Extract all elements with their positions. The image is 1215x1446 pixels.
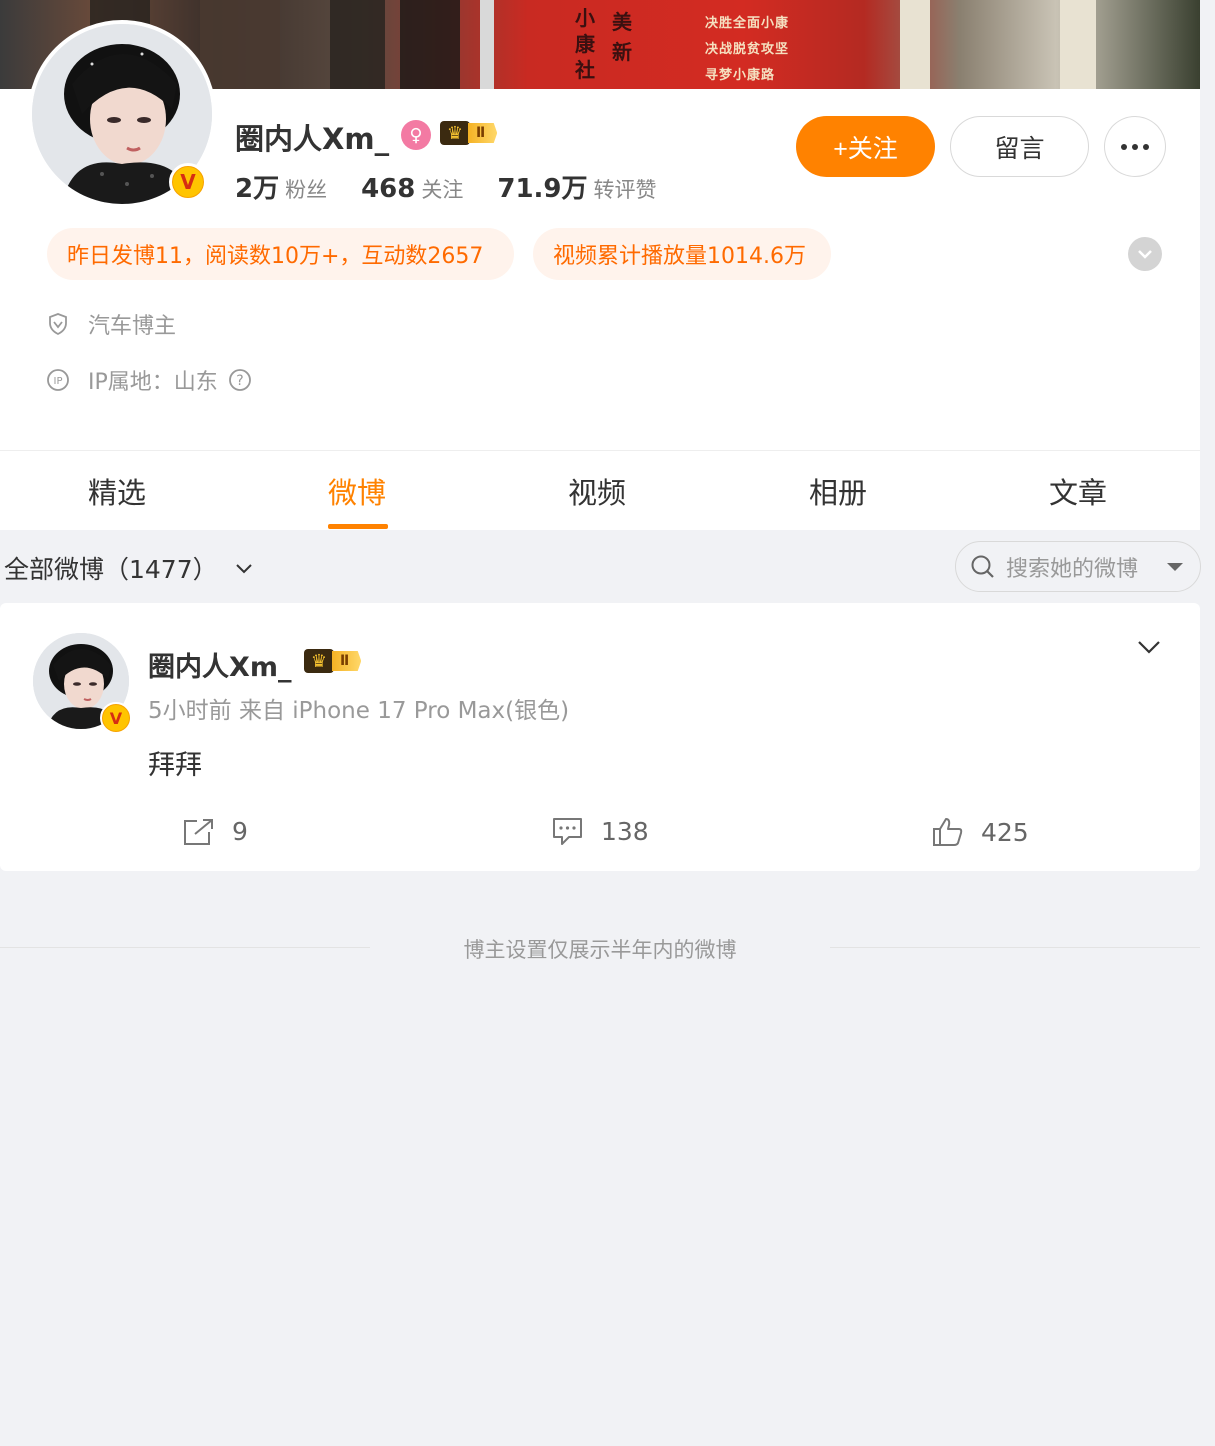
ip-icon: IP <box>47 369 69 391</box>
member-crown-icon[interactable]: ♛ Ⅱ <box>440 121 498 145</box>
female-icon: ♀ <box>401 120 431 150</box>
search-icon <box>971 555 994 578</box>
banner-column <box>1060 0 1096 89</box>
fans-count[interactable]: 2万 <box>235 168 279 205</box>
comment-count: 138 <box>601 817 649 846</box>
expand-info-button[interactable] <box>1128 237 1162 271</box>
banner-window <box>330 0 385 89</box>
category-row: 汽车博主 <box>46 308 176 340</box>
footer-note: 博主设置仅展示半年内的微博 <box>463 938 737 962</box>
banner-glyph: 新 <box>612 40 632 64</box>
fans-label: 粉丝 <box>285 178 328 202</box>
crown-icon: ♛ <box>304 649 334 673</box>
banner-pole <box>480 0 494 89</box>
post-meta: 5小时前 来自 iPhone 17 Pro Max(银色) <box>148 698 570 724</box>
following-label: 关注 <box>421 178 464 202</box>
tab-featured[interactable]: 精选 <box>88 470 146 512</box>
crown-icon: ♛ <box>440 121 470 145</box>
banner-sign-line: 决战脱贫攻坚 <box>705 42 790 57</box>
tab-articles[interactable]: 文章 <box>1049 470 1107 512</box>
caret-down-icon[interactable] <box>1166 562 1184 572</box>
post-filter-dropdown[interactable]: 全部微博（1477） <box>4 550 254 586</box>
post-filter-label: 全部微博（1477） <box>4 555 218 584</box>
search-placeholder: 搜索她的微博 <box>1006 556 1139 582</box>
banner-sign-line: 寻梦小康路 <box>705 68 776 83</box>
post-text: 拜拜 <box>148 750 202 781</box>
like-count: 425 <box>981 817 1029 847</box>
banner-window <box>400 0 460 89</box>
banner-door <box>200 0 280 89</box>
comment-icon <box>553 818 582 845</box>
banner-sign-line: 决胜全面小康 <box>705 16 790 31</box>
svg-text:?: ? <box>236 373 243 389</box>
highlight-posting-stats: 昨日发博11，阅读数10万+，互动数2657 <box>47 228 514 280</box>
interactions-label: 转评赞 <box>593 178 657 202</box>
member-level-badge: Ⅱ <box>332 651 362 671</box>
banner-glyph: 康 <box>575 32 595 56</box>
chevron-down-icon <box>235 564 252 574</box>
profile-stats: 2万 粉丝 468 关注 71.9万 转评赞 <box>235 168 691 205</box>
svg-text:IP: IP <box>54 376 63 387</box>
thumbs-up-icon <box>933 818 963 846</box>
category-text: 汽车博主 <box>88 314 177 339</box>
ip-location-text: IP属地：山东 <box>88 370 218 395</box>
member-crown-icon[interactable]: ♛ Ⅱ <box>304 649 362 673</box>
more-options-button[interactable] <box>1104 116 1166 177</box>
comment-button[interactable]: 138 <box>552 817 649 846</box>
like-button[interactable]: 425 <box>932 817 1029 847</box>
follow-button[interactable]: +关注 <box>796 116 935 177</box>
verified-shield-icon <box>49 313 67 336</box>
repost-icon <box>184 818 213 845</box>
tab-weibo[interactable]: 微博 <box>328 470 386 512</box>
tabs-divider <box>0 450 1200 451</box>
post-menu-chevron-icon[interactable] <box>1136 639 1162 655</box>
chevron-down-icon <box>1138 250 1152 259</box>
more-dot-icon <box>1121 143 1127 150</box>
repost-count: 9 <box>232 817 248 846</box>
verified-v-icon: V <box>100 702 132 734</box>
member-level-badge: Ⅱ <box>468 123 498 143</box>
banner-glyph: 社 <box>575 58 595 82</box>
following-count[interactable]: 468 <box>361 174 415 204</box>
post-author-name[interactable]: 圈内人Xm_ <box>148 645 291 684</box>
verified-v-icon: V <box>169 163 207 201</box>
post-card: V 圈内人Xm_ ♛ Ⅱ 5小时前 来自 iPhone 17 Pro Max(银… <box>0 603 1200 871</box>
interactions-count: 71.9万 <box>497 174 588 204</box>
more-dot-icon <box>1143 143 1149 150</box>
more-dot-icon <box>1132 143 1138 150</box>
search-posts-input[interactable]: 搜索她的微博 <box>955 541 1201 592</box>
message-button[interactable]: 留言 <box>950 116 1089 177</box>
banner-column <box>900 0 930 89</box>
highlight-video-plays: 视频累计播放量1014.6万 <box>533 228 831 280</box>
help-icon[interactable]: ? <box>228 368 252 392</box>
banner-glyph: 小 <box>575 6 595 30</box>
ip-location-row: IP IP属地：山东 ? <box>46 364 252 396</box>
tab-album[interactable]: 相册 <box>809 470 867 512</box>
tab-video[interactable]: 视频 <box>568 470 626 512</box>
banner-glyph: 美 <box>612 10 632 34</box>
repost-button[interactable]: 9 <box>183 817 248 846</box>
active-tab-indicator <box>328 524 388 529</box>
profile-name: 圈内人Xm_ <box>235 122 390 156</box>
